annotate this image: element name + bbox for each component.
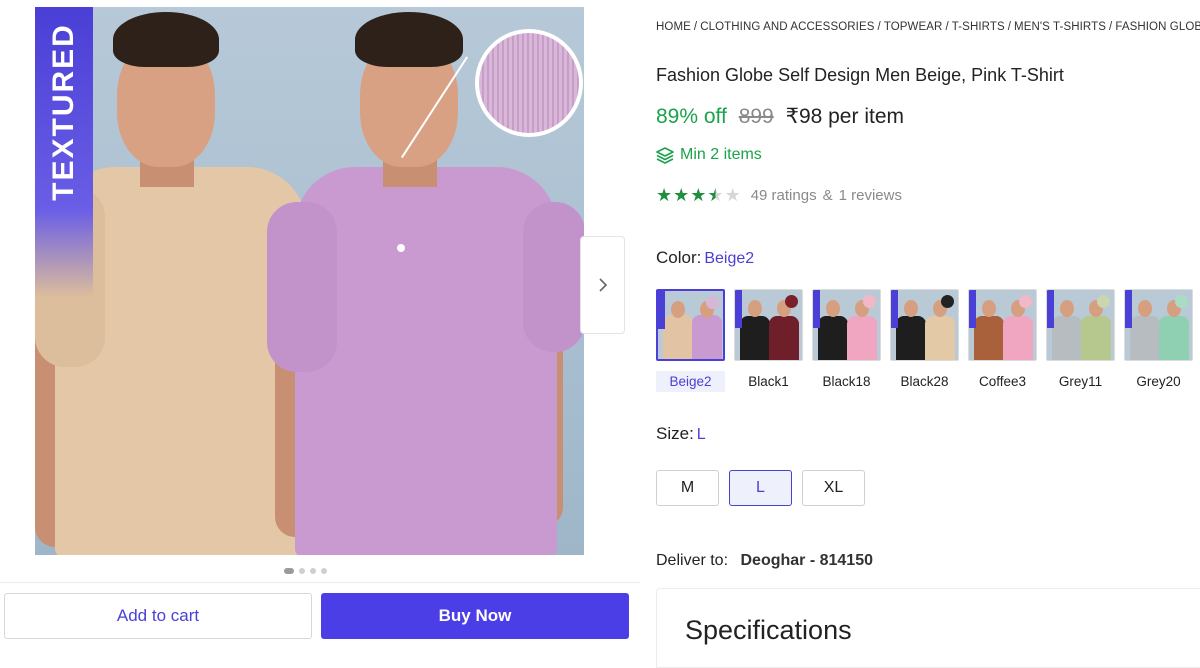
carousel-dot[interactable] bbox=[284, 568, 294, 574]
layers-icon bbox=[656, 146, 674, 164]
chevron-right-icon bbox=[598, 278, 607, 292]
ratings-count: 49 ratings bbox=[750, 186, 817, 204]
size-heading: Size: L bbox=[656, 424, 706, 444]
next-image-button[interactable] bbox=[580, 236, 625, 334]
carousel-dot[interactable] bbox=[299, 568, 305, 574]
selected-size: L bbox=[696, 426, 706, 443]
color-swatch-label: Beige2 bbox=[656, 371, 725, 392]
selling-price: ₹98 per item bbox=[785, 105, 904, 128]
breadcrumb-fashion-globe[interactable]: FASHION GLOBE bbox=[1115, 21, 1200, 33]
product-gallery: TEXTURED Add to cart Buy Now bbox=[0, 0, 640, 655]
star-icon: ★ bbox=[690, 185, 707, 205]
min-items-text: Min 2 items bbox=[680, 146, 762, 163]
color-swatch-thumbnail bbox=[968, 289, 1037, 361]
min-quantity: Min 2 items bbox=[656, 146, 762, 164]
color-swatch-label: Black18 bbox=[822, 374, 871, 389]
color-swatch-thumbnail bbox=[890, 289, 959, 361]
size-option-m[interactable]: M bbox=[656, 470, 719, 506]
breadcrumb-home[interactable]: HOME bbox=[656, 21, 691, 33]
color-swatches: Beige2 Black1 Black18 Black28 Coffee3 Grey11 G… bbox=[656, 289, 1193, 392]
buy-now-button[interactable]: Buy Now bbox=[321, 593, 629, 639]
color-swatch-black1[interactable]: Black1 bbox=[734, 289, 803, 392]
price-row: 89% off 899 ₹98 per item bbox=[656, 104, 904, 129]
carousel-dot[interactable] bbox=[321, 568, 327, 574]
size-label: Size: bbox=[656, 424, 694, 443]
size-option-l[interactable]: L bbox=[729, 470, 792, 506]
color-swatch-black18[interactable]: Black18 bbox=[812, 289, 881, 392]
color-swatch-label: Black1 bbox=[748, 374, 789, 389]
color-swatch-thumbnail bbox=[734, 289, 803, 361]
delivery-info[interactable]: Deliver to: Deoghar - 814150 bbox=[656, 552, 873, 570]
deliver-label: Deliver to: bbox=[656, 552, 729, 569]
zoom-callout-dot bbox=[397, 244, 405, 252]
size-options: M L XL bbox=[656, 470, 865, 506]
reviews-count: 1 reviews bbox=[838, 186, 902, 204]
size-option-xl[interactable]: XL bbox=[802, 470, 865, 506]
color-swatch-coffee3[interactable]: Coffee3 bbox=[968, 289, 1037, 392]
product-title: Fashion Globe Self Design Men Beige, Pin… bbox=[656, 65, 1064, 85]
color-swatch-thumbnail bbox=[656, 289, 725, 361]
discount-percent: 89% off bbox=[656, 105, 727, 128]
fabric-zoom-circle bbox=[475, 29, 583, 137]
rating-summary[interactable]: ★ ★ ★ ★ ★ 49 ratings & 1 reviews bbox=[656, 186, 902, 204]
star-empty-icon: ★ bbox=[724, 185, 741, 205]
color-swatch-label: Black28 bbox=[900, 374, 949, 389]
specifications-card: Specifications bbox=[656, 588, 1200, 668]
action-bar: Add to cart Buy Now bbox=[0, 582, 640, 655]
star-half-icon: ★ bbox=[707, 185, 724, 205]
color-swatch-grey11[interactable]: Grey11 bbox=[1046, 289, 1115, 392]
carousel-dots bbox=[284, 568, 327, 574]
color-swatch-grey20[interactable]: Grey20 bbox=[1124, 289, 1193, 392]
star-icon: ★ bbox=[673, 185, 690, 205]
add-to-cart-button[interactable]: Add to cart bbox=[4, 593, 312, 639]
color-swatch-thumbnail bbox=[1046, 289, 1115, 361]
ratings-separator: & bbox=[822, 186, 833, 204]
specifications-title: Specifications bbox=[685, 615, 852, 645]
star-icon: ★ bbox=[656, 185, 673, 205]
textured-badge-text: TEXTURED bbox=[47, 23, 80, 201]
color-swatch-thumbnail bbox=[812, 289, 881, 361]
color-label: Color: bbox=[656, 248, 702, 267]
delivery-location: Deoghar - 814150 bbox=[740, 552, 873, 569]
breadcrumb-clothing[interactable]: CLOTHING AND ACCESSORIES bbox=[700, 21, 874, 33]
breadcrumb: HOME / CLOTHING AND ACCESSORIES / TOPWEAR / T-… bbox=[656, 21, 1200, 33]
selected-color: Beige2 bbox=[704, 250, 755, 267]
carousel-dot[interactable] bbox=[310, 568, 316, 574]
color-swatch-black28[interactable]: Black28 bbox=[890, 289, 959, 392]
breadcrumb-topwear[interactable]: TOPWEAR bbox=[884, 21, 943, 33]
color-swatch-thumbnail bbox=[1124, 289, 1193, 361]
breadcrumb-mens-tshirts[interactable]: MEN'S T-SHIRTS bbox=[1014, 21, 1106, 33]
color-swatch-label: Grey20 bbox=[1136, 374, 1181, 389]
color-swatch-label: Grey11 bbox=[1058, 374, 1103, 389]
product-details: HOME / CLOTHING AND ACCESSORIES / TOPWEAR / T-… bbox=[656, 0, 1200, 668]
textured-badge: TEXTURED bbox=[35, 7, 93, 297]
breadcrumb-tshirts[interactable]: T-SHIRTS bbox=[952, 21, 1005, 33]
rating-stars: ★ ★ ★ ★ ★ bbox=[656, 186, 741, 204]
color-swatch-label: Coffee3 bbox=[978, 374, 1027, 389]
color-heading: Color: Beige2 bbox=[656, 248, 754, 268]
color-swatch-beige2[interactable]: Beige2 bbox=[656, 289, 725, 392]
original-price: 899 bbox=[738, 105, 774, 128]
product-image[interactable]: TEXTURED bbox=[35, 7, 584, 555]
